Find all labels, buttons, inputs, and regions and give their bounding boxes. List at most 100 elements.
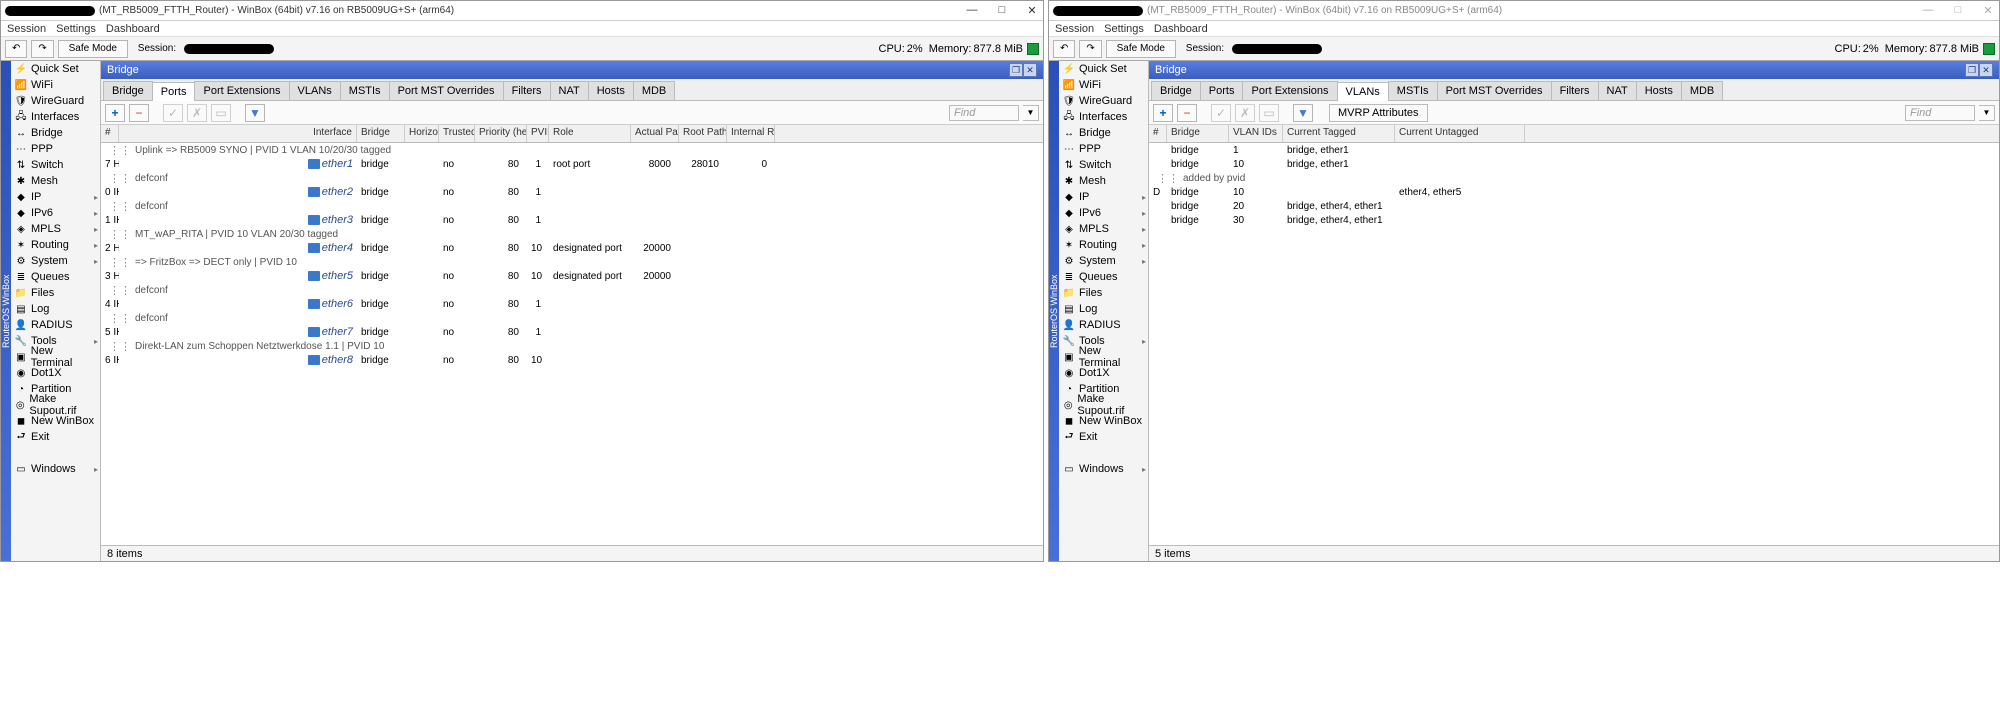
table-row[interactable]: 0 IHether2bridgeno801	[101, 185, 1043, 199]
tab-mstis[interactable]: MSTIs	[340, 81, 390, 100]
table-row[interactable]: 7 Hether1bridgeno801root port8000280100	[101, 157, 1043, 171]
add-button[interactable]: +	[1153, 104, 1173, 122]
menu-dashboard[interactable]: Dashboard	[106, 23, 160, 35]
sidebar-item-wireguard[interactable]: 🛡WireGuard	[11, 93, 100, 109]
find-dropdown[interactable]: ▼	[1979, 105, 1995, 121]
panel-titlebar[interactable]: Bridge ❐ ✕	[1149, 61, 1999, 79]
tab-filters[interactable]: Filters	[1551, 81, 1599, 100]
table-row[interactable]: bridge20bridge, ether4, ether1	[1149, 199, 1999, 213]
comment-row[interactable]: ⋮⋮defconf	[101, 311, 1043, 325]
sidebar-item-queues[interactable]: ≣Queues	[1059, 269, 1148, 285]
menu-settings[interactable]: Settings	[56, 23, 96, 35]
disable-button[interactable]: ✗	[1235, 104, 1255, 122]
tab-filters[interactable]: Filters	[503, 81, 551, 100]
tab-vlans[interactable]: VLANs	[289, 81, 341, 100]
grid-header[interactable]: # Interface Bridge Horizon Trusted Prior…	[101, 125, 1043, 143]
col-hash[interactable]: #	[1149, 125, 1167, 142]
sidebar-item-ppp[interactable]: ⋯PPP	[11, 141, 100, 157]
sidebar-item-dot1x[interactable]: ◉Dot1X	[11, 365, 100, 381]
panel-titlebar[interactable]: Bridge ❐ ✕	[101, 61, 1043, 79]
table-row[interactable]: bridge1bridge, ether1	[1149, 143, 1999, 157]
sidebar-item-make-supout-rif[interactable]: ◎Make Supout.rif	[11, 397, 100, 413]
tab-hosts[interactable]: Hosts	[588, 81, 634, 100]
table-row[interactable]: bridge10bridge, ether1	[1149, 157, 1999, 171]
sidebar-item-ipv6[interactable]: ◆IPv6▸	[1059, 205, 1148, 221]
find-input[interactable]: Find	[949, 105, 1019, 121]
remove-button[interactable]: −	[129, 104, 149, 122]
sidebar-item-routing[interactable]: ✶Routing▸	[1059, 237, 1148, 253]
col-horizon[interactable]: Horizon	[405, 125, 439, 142]
sidebar-item-exit[interactable]: ⮐Exit	[11, 429, 100, 445]
sidebar-item-log[interactable]: ▤Log	[11, 301, 100, 317]
sidebar-item-wireguard[interactable]: 🛡WireGuard	[1059, 93, 1148, 109]
add-button[interactable]: +	[105, 104, 125, 122]
panel-close-button[interactable]: ✕	[1979, 63, 1993, 77]
sidebar-item-new-terminal[interactable]: ▣New Terminal	[11, 349, 100, 365]
sidebar-item-radius[interactable]: 👤RADIUS	[11, 317, 100, 333]
comment-row[interactable]: ⋮⋮Direkt-LAN zum Schoppen Netztwerkdose …	[101, 339, 1043, 353]
panel-restore-button[interactable]: ❐	[1009, 63, 1023, 77]
table-row[interactable]: Dbridge10ether4, ether5	[1149, 185, 1999, 199]
sidebar-item-routing[interactable]: ✶Routing▸	[11, 237, 100, 253]
col-vlan-ids[interactable]: VLAN IDs	[1229, 125, 1283, 142]
redo-button[interactable]: ↷	[31, 40, 53, 58]
col-bridge[interactable]: Bridge	[1167, 125, 1229, 142]
tab-ports[interactable]: Ports	[152, 82, 196, 101]
tab-mdb[interactable]: MDB	[633, 81, 675, 100]
sidebar-item-mesh[interactable]: ✱Mesh	[11, 173, 100, 189]
safe-mode-button[interactable]: Safe Mode	[58, 40, 128, 58]
maximize-button[interactable]: □	[1951, 4, 1965, 17]
panel-close-button[interactable]: ✕	[1023, 63, 1037, 77]
grid-header[interactable]: # Bridge VLAN IDs Current Tagged Current…	[1149, 125, 1999, 143]
tab-port-mst-overrides[interactable]: Port MST Overrides	[389, 81, 504, 100]
find-dropdown[interactable]: ▼	[1023, 105, 1039, 121]
col-actual-path[interactable]: Actual Pat...	[631, 125, 679, 142]
tab-nat[interactable]: NAT	[1598, 81, 1637, 100]
col-interface[interactable]: Interface	[119, 125, 357, 142]
sidebar-item-log[interactable]: ▤Log	[1059, 301, 1148, 317]
sidebar-item-new-winbox[interactable]: ◼New WinBox	[1059, 413, 1148, 429]
comment-button[interactable]: ▭	[211, 104, 231, 122]
find-input[interactable]: Find	[1905, 105, 1975, 121]
table-row[interactable]: 1 IHether3bridgeno801	[101, 213, 1043, 227]
col-role[interactable]: Role	[549, 125, 631, 142]
undo-button[interactable]: ↶	[1053, 40, 1075, 58]
enable-button[interactable]: ✓	[163, 104, 183, 122]
close-button[interactable]: ✕	[1025, 4, 1039, 17]
sidebar-item-switch[interactable]: ⇅Switch	[1059, 157, 1148, 173]
comment-row[interactable]: ⋮⋮defconf	[101, 171, 1043, 185]
titlebar[interactable]: (MT_RB5009_FTTH_Router) - WinBox (64bit)…	[1049, 1, 1999, 21]
close-button[interactable]: ✕	[1981, 4, 1995, 17]
tab-port-extensions[interactable]: Port Extensions	[194, 81, 289, 100]
col-hash[interactable]: #	[101, 125, 119, 142]
comment-row[interactable]: ⋮⋮MT_wAP_RITA | PVID 10 VLAN 20/30 tagge…	[101, 227, 1043, 241]
menu-session[interactable]: Session	[1055, 23, 1094, 35]
panel-restore-button[interactable]: ❐	[1965, 63, 1979, 77]
filter-button[interactable]: ▼	[1293, 104, 1313, 122]
sidebar-item-mpls[interactable]: ◈MPLS▸	[1059, 221, 1148, 237]
sidebar-item-wifi[interactable]: 📶WiFi	[11, 77, 100, 93]
sidebar-item-mpls[interactable]: ◈MPLS▸	[11, 221, 100, 237]
comment-row[interactable]: ⋮⋮defconf	[101, 199, 1043, 213]
vlans-grid[interactable]: # Bridge VLAN IDs Current Tagged Current…	[1149, 125, 1999, 545]
col-current-untagged[interactable]: Current Untagged	[1395, 125, 1525, 142]
tab-port-mst-overrides[interactable]: Port MST Overrides	[1437, 81, 1552, 100]
tab-ports[interactable]: Ports	[1200, 81, 1244, 100]
table-row[interactable]: 2 Hether4bridgeno8010designated port2000…	[101, 241, 1043, 255]
tab-nat[interactable]: NAT	[550, 81, 589, 100]
tab-port-extensions[interactable]: Port Extensions	[1242, 81, 1337, 100]
sidebar-item-wifi[interactable]: 📶WiFi	[1059, 77, 1148, 93]
remove-button[interactable]: −	[1177, 104, 1197, 122]
minimize-button[interactable]: —	[965, 4, 979, 17]
comment-row[interactable]: ⋮⋮Uplink => RB5009 SYNO | PVID 1 VLAN 10…	[101, 143, 1043, 157]
sidebar-item-bridge[interactable]: ↔Bridge	[1059, 125, 1148, 141]
sidebar-item-make-supout-rif[interactable]: ◎Make Supout.rif	[1059, 397, 1148, 413]
tab-bridge[interactable]: Bridge	[1151, 81, 1201, 100]
comment-row[interactable]: ⋮⋮defconf	[101, 283, 1043, 297]
sidebar-item-ppp[interactable]: ⋯PPP	[1059, 141, 1148, 157]
sidebar-item-interfaces[interactable]: 🖧Interfaces	[11, 109, 100, 125]
sidebar-item-system[interactable]: ⚙System▸	[11, 253, 100, 269]
col-bridge[interactable]: Bridge	[357, 125, 405, 142]
tab-mdb[interactable]: MDB	[1681, 81, 1723, 100]
sidebar-item-switch[interactable]: ⇅Switch	[11, 157, 100, 173]
